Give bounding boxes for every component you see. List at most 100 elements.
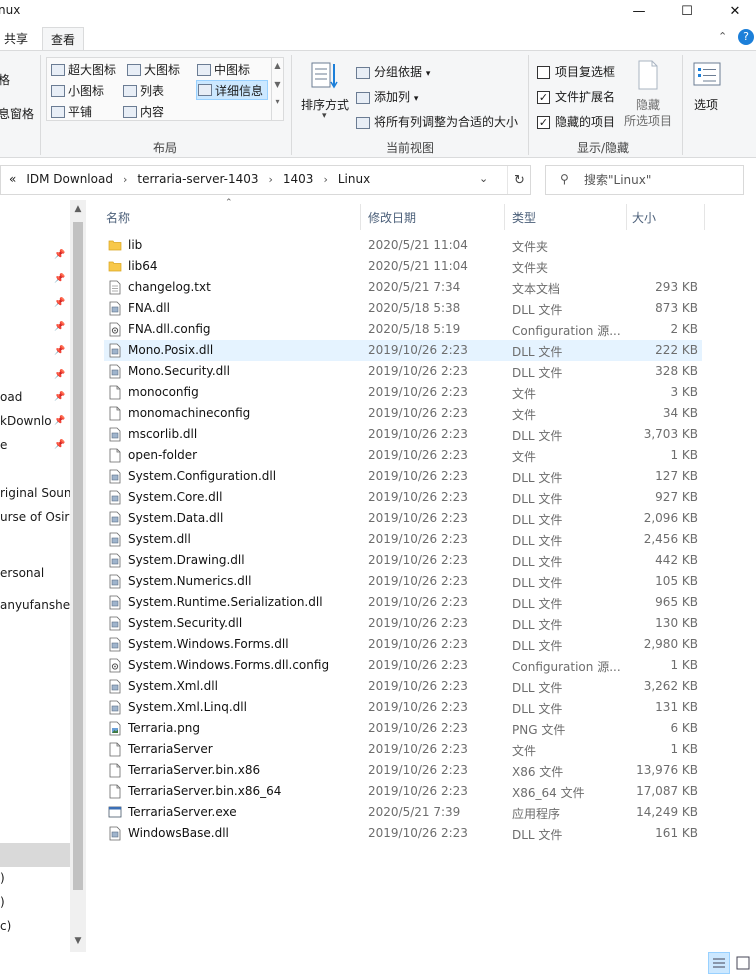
layout-extra-large-icons[interactable]: 超大图标 <box>51 61 116 78</box>
file-row[interactable]: System.Security.dll 2019/10/26 2:23 DLL 文件… <box>104 613 702 634</box>
pin-icon[interactable]: 📌 <box>54 244 65 266</box>
breadcrumb-item[interactable]: IDM Download <box>26 172 113 186</box>
file-row[interactable]: System.Data.dll 2019/10/26 2:23 DLL 文件 2,09… <box>104 508 702 529</box>
nav-item[interactable]: riginal Soun <box>0 482 70 504</box>
nav-item[interactable]: anyufanshen <box>0 594 70 616</box>
nav-item[interactable]: urse of Osiris <box>0 506 70 528</box>
hidden-items-toggle[interactable]: ✓ 隐藏的项目 <box>537 113 615 130</box>
scrollbar-thumb[interactable] <box>73 222 83 890</box>
gallery-up-icon[interactable]: ▲ <box>272 61 283 70</box>
pin-icon[interactable]: 📌 <box>54 340 65 362</box>
tab-share[interactable]: 共享 <box>0 27 36 51</box>
maximize-button[interactable]: ☐ <box>664 0 710 22</box>
pin-icon[interactable]: 📌 <box>54 268 65 290</box>
gallery-scroll[interactable]: ▲ ▼ ▾ <box>271 58 283 120</box>
scroll-up-icon[interactable]: ▲ <box>70 204 86 214</box>
details-view-button[interactable] <box>708 952 730 974</box>
file-row[interactable]: mscorlib.dll 2019/10/26 2:23 DLL 文件 3,703 K… <box>104 424 702 445</box>
nav-item[interactable]: ersonal <box>0 562 44 584</box>
column-divider[interactable] <box>504 204 505 230</box>
layout-large-icons[interactable]: 大图标 <box>127 61 180 78</box>
gallery-more-icon[interactable]: ▾ <box>272 97 283 106</box>
column-header-name[interactable]: 名称 <box>106 209 130 226</box>
tab-view[interactable]: 查看 <box>42 27 85 51</box>
item-checkboxes-toggle[interactable]: 项目复选框 <box>537 63 615 80</box>
file-row[interactable]: monomachineconfig 2019/10/26 2:23 文件 34 KB <box>104 403 702 424</box>
details-pane-label[interactable]: 息窗格 <box>0 105 34 122</box>
nav-selected-item[interactable] <box>0 843 70 867</box>
search-box[interactable]: ⚲ <box>545 165 744 195</box>
nav-item[interactable]: ) <box>0 891 5 913</box>
pin-icon[interactable]: 📌 <box>54 410 65 432</box>
pin-icon[interactable]: 📌 <box>54 386 65 408</box>
file-row[interactable]: Mono.Security.dll 2019/10/26 2:23 DLL 文件 32… <box>104 361 702 382</box>
nav-item[interactable]: e 📌 <box>0 434 65 456</box>
item-checkboxes-checkbox[interactable] <box>537 66 550 79</box>
file-row[interactable]: System.Xml.dll 2019/10/26 2:23 DLL 文件 3,262… <box>104 676 702 697</box>
hidden-items-checkbox[interactable]: ✓ <box>537 116 550 129</box>
column-header-type[interactable]: 类型 <box>512 209 536 226</box>
fit-columns-button[interactable]: 将所有列调整为合适的大小 <box>356 113 518 130</box>
file-row[interactable]: open-folder 2019/10/26 2:23 文件 1 KB <box>104 445 702 466</box>
hide-selected-icon[interactable] <box>636 59 660 91</box>
nav-item[interactable]: ) <box>0 867 5 889</box>
nav-item[interactable]: c) <box>0 915 11 937</box>
breadcrumb-item[interactable]: Linux <box>338 172 370 186</box>
chevron-right-icon[interactable]: › <box>323 173 327 186</box>
search-input[interactable] <box>584 171 734 189</box>
file-row[interactable]: System.Drawing.dll 2019/10/26 2:23 DLL 文件 4… <box>104 550 702 571</box>
layout-details[interactable]: 详细信息 <box>196 80 269 100</box>
column-header-date[interactable]: 修改日期 <box>368 209 416 226</box>
column-header-size[interactable]: 大小 <box>632 209 656 226</box>
layout-small-icons[interactable]: 小图标 <box>51 82 104 99</box>
ribbon-collapse-icon[interactable]: ⌃ <box>718 30 727 43</box>
file-row[interactable]: Mono.Posix.dll 2019/10/26 2:23 DLL 文件 222 K… <box>104 340 702 361</box>
column-divider[interactable] <box>360 204 361 230</box>
file-row[interactable]: System.Configuration.dll 2019/10/26 2:23 D… <box>104 466 702 487</box>
file-row[interactable]: WindowsBase.dll 2019/10/26 2:23 DLL 文件 161 … <box>104 823 702 844</box>
file-row[interactable]: TerrariaServer.bin.x86_64 2019/10/26 2:23… <box>104 781 702 802</box>
group-by-button[interactable]: 分组依据 ▾ <box>356 63 430 80</box>
file-row[interactable]: TerrariaServer 2019/10/26 2:23 文件 1 KB <box>104 739 702 760</box>
sort-by-chevron-icon[interactable]: ▾ <box>322 111 327 121</box>
nav-scrollbar[interactable]: ▲ ▼ <box>70 200 86 952</box>
address-bar[interactable]: « IDM Download › terraria-server-1403 › … <box>0 165 531 195</box>
refresh-icon[interactable]: ↻ <box>507 166 531 194</box>
breadcrumb-item[interactable]: terraria-server-1403 <box>137 172 258 186</box>
help-icon[interactable]: ? <box>738 29 754 45</box>
file-row[interactable]: TerrariaServer.exe 2020/5/21 7:39 应用程序 14,2… <box>104 802 702 823</box>
file-row[interactable]: System.dll 2019/10/26 2:23 DLL 文件 2,456 KB <box>104 529 702 550</box>
address-history-chevron-icon[interactable]: ⌄ <box>479 172 488 185</box>
file-row[interactable]: Terraria.png 2019/10/26 2:23 PNG 文件 6 KB <box>104 718 702 739</box>
file-row[interactable]: System.Windows.Forms.dll.config 2019/10/2… <box>104 655 702 676</box>
layout-list[interactable]: 列表 <box>123 82 164 99</box>
hide-selected-line1[interactable]: 隐藏 <box>636 96 660 113</box>
chevron-right-icon[interactable]: › <box>123 173 127 186</box>
sort-by-icon[interactable] <box>310 60 338 90</box>
file-row[interactable]: FNA.dll 2020/5/18 5:38 DLL 文件 873 KB <box>104 298 702 319</box>
file-row[interactable]: FNA.dll.config 2020/5/18 5:19 Configuratio… <box>104 319 702 340</box>
file-row[interactable]: System.Core.dll 2019/10/26 2:23 DLL 文件 927 … <box>104 487 702 508</box>
preview-pane-label[interactable]: 格 <box>0 71 10 88</box>
gallery-down-icon[interactable]: ▼ <box>272 80 283 89</box>
file-extensions-checkbox[interactable]: ✓ <box>537 91 550 104</box>
minimize-button[interactable]: — <box>616 0 662 22</box>
file-row[interactable]: monoconfig 2019/10/26 2:23 文件 3 KB <box>104 382 702 403</box>
column-divider[interactable] <box>626 204 627 230</box>
file-row[interactable]: System.Runtime.Serialization.dll 2019/10/… <box>104 592 702 613</box>
file-row[interactable]: changelog.txt 2020/5/21 7:34 文本文档 293 KB <box>104 277 702 298</box>
scroll-down-icon[interactable]: ▼ <box>70 936 86 946</box>
options-button[interactable]: 选项 <box>694 96 718 113</box>
pin-icon[interactable]: 📌 <box>54 316 65 338</box>
chevron-right-icon[interactable]: › <box>269 173 273 186</box>
pin-icon[interactable]: 📌 <box>54 364 65 386</box>
nav-item[interactable]: oad 📌 <box>0 386 65 408</box>
file-row[interactable]: lib 2020/5/21 11:04 文件夹 <box>104 235 702 256</box>
file-row[interactable]: System.Xml.Linq.dll 2019/10/26 2:23 DLL 文件… <box>104 697 702 718</box>
options-icon[interactable] <box>692 61 722 89</box>
file-row[interactable]: TerrariaServer.bin.x86 2019/10/26 2:23 X86… <box>104 760 702 781</box>
file-row[interactable]: lib64 2020/5/21 11:04 文件夹 <box>104 256 702 277</box>
large-icons-view-button[interactable] <box>732 952 754 974</box>
close-button[interactable]: ✕ <box>712 0 756 22</box>
layout-tiles[interactable]: 平铺 <box>51 103 92 120</box>
